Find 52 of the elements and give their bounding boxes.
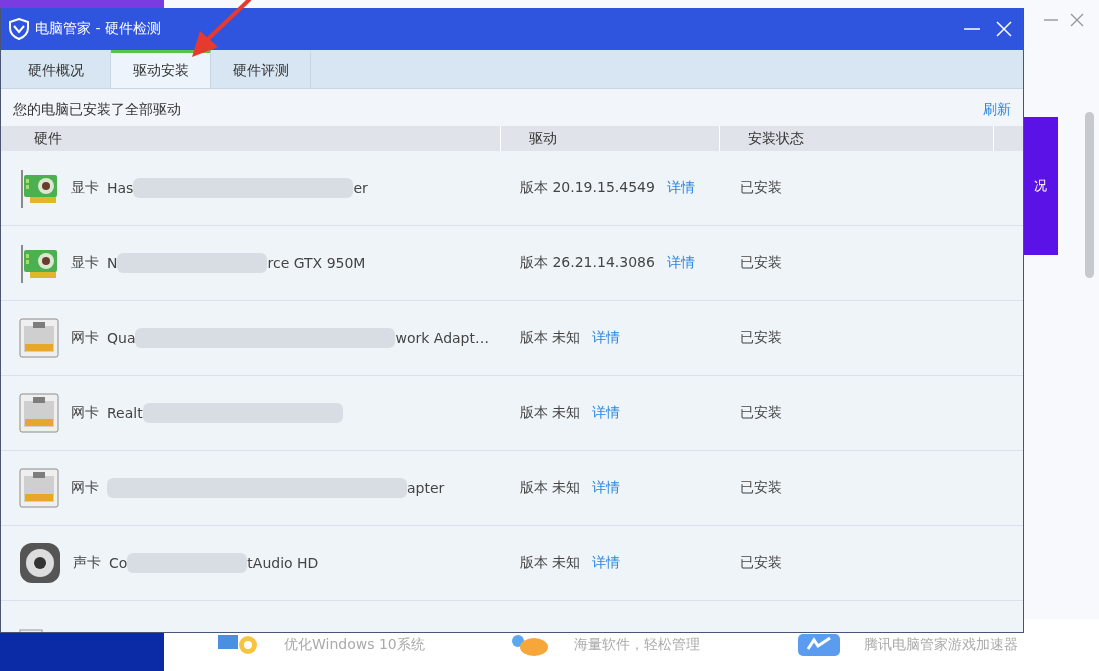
network-port-icon xyxy=(19,468,59,508)
summary-text: 您的电脑已安装了全部驱动 xyxy=(13,100,181,119)
install-status: 已安装 xyxy=(740,329,782,345)
shield-icon xyxy=(9,18,29,40)
speaker-icon xyxy=(19,542,61,584)
hardware-name: Has xyxy=(107,180,134,196)
driver-version: 版本 20.19.15.4549 xyxy=(520,179,655,197)
graphics-card-icon xyxy=(19,242,59,284)
network-port-icon xyxy=(19,318,59,358)
hardware-name: work Adapt… xyxy=(395,330,489,346)
graphics-card-icon xyxy=(19,167,59,209)
hardware-type: 声卡 xyxy=(73,554,101,572)
details-link[interactable]: 详情 xyxy=(592,404,621,422)
feature-label[interactable]: 腾讯电脑管家游戏加速器 xyxy=(864,636,1018,654)
driver-version: 版本 26.21.14.3086 xyxy=(520,254,655,272)
install-status: 已安装 xyxy=(740,479,782,495)
banner-text: 况 xyxy=(1033,177,1047,195)
hardware-type: 网卡 xyxy=(71,404,99,422)
install-status: 已安装 xyxy=(740,554,782,570)
driver-version: 版本 未知 xyxy=(520,479,581,497)
tab[interactable]: 驱动安装 xyxy=(111,50,211,88)
details-link[interactable]: 详情 xyxy=(592,554,621,572)
scrollbar[interactable] xyxy=(1085,112,1094,278)
hardware-name: er xyxy=(353,180,368,196)
hardware-name: tAudio HD xyxy=(247,555,319,571)
refresh-link[interactable]: 刷新 xyxy=(983,100,1011,119)
details-link[interactable]: 详情 xyxy=(666,254,695,272)
hardware-name: apter xyxy=(407,480,445,496)
hardware-type: 显卡 xyxy=(71,179,99,197)
install-status: 已安装 xyxy=(740,404,782,420)
feature-label[interactable]: 优化Windows 10系统 xyxy=(284,636,425,654)
hardware-name: rce GTX 950M xyxy=(267,255,366,271)
hardware-name: Realt xyxy=(107,405,143,421)
driver-version: 版本 未知 xyxy=(520,554,581,572)
promo-banner[interactable]: 况 xyxy=(1022,117,1058,255)
details-link[interactable]: 详情 xyxy=(666,179,695,197)
hardware-name: N xyxy=(107,255,118,271)
hardware-name: Qua xyxy=(107,330,136,346)
details-link[interactable]: 详情 xyxy=(592,479,621,497)
window-title: 电脑管家 - 硬件检测 xyxy=(35,20,161,38)
details-link[interactable]: 详情 xyxy=(592,329,621,347)
network-port-icon xyxy=(19,393,59,433)
hardware-type: 显卡 xyxy=(71,254,99,272)
hardware-type: 网卡 xyxy=(71,329,99,347)
driver-version: 版本 未知 xyxy=(520,404,581,422)
close-icon[interactable] xyxy=(1069,12,1085,28)
driver-version: 版本 未知 xyxy=(520,329,581,347)
install-status: 已安装 xyxy=(740,179,782,195)
hardware-name: Co xyxy=(109,555,128,571)
install-status: 已安装 xyxy=(740,254,782,270)
hardware-type: 网卡 xyxy=(71,479,99,497)
feature-label[interactable]: 海量软件，轻松管理 xyxy=(574,636,700,654)
